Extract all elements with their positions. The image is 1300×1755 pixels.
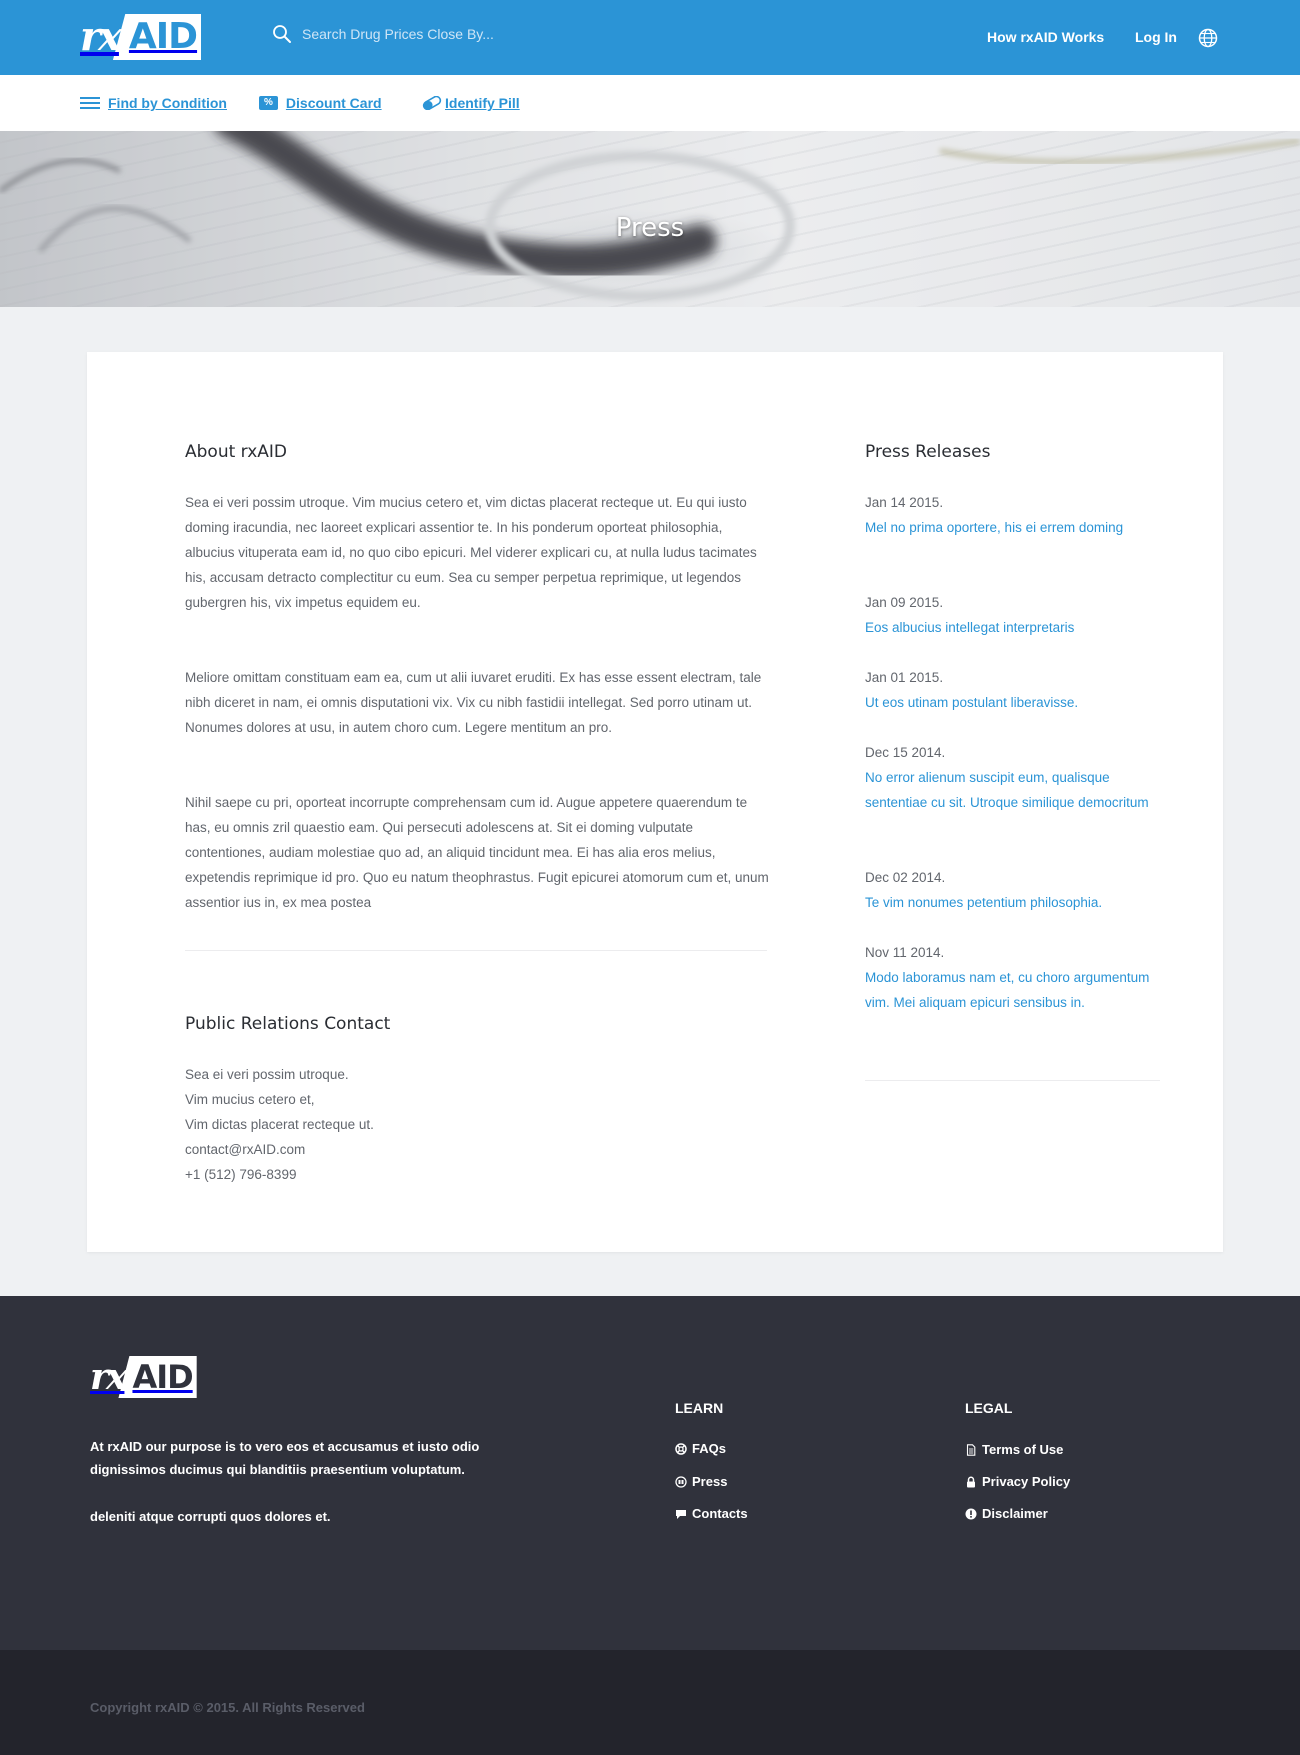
secondary-nav: Find by Condition % Discount Card Identi… — [0, 75, 1300, 131]
logo-aid: AID — [128, 16, 198, 57]
release-date: Nov 11 2014. — [865, 945, 945, 960]
chat-bubble-icon — [675, 1508, 687, 1520]
discount-badge-icon: % — [259, 96, 278, 110]
press-icon — [675, 1475, 687, 1488]
footer-learn-heading: LEARN — [675, 1400, 724, 1416]
about-heading: About rxAID — [185, 442, 287, 462]
identify-pill-label: Identify Pill — [445, 95, 520, 111]
site-logo[interactable]: rx AID — [80, 13, 202, 60]
footer-terms-link[interactable]: Terms of Use — [965, 1442, 1063, 1457]
release-date: Dec 02 2014. — [865, 870, 946, 885]
info-icon — [965, 1508, 977, 1520]
release-link[interactable]: Mel no prima oportere, his ei errem domi… — [865, 515, 1155, 540]
search-input[interactable] — [302, 26, 622, 42]
footer-logo-aid: AID — [132, 1358, 193, 1396]
page-title: Press — [615, 213, 685, 243]
release-date: Jan 01 2015. — [865, 670, 944, 685]
discount-card-label: Discount Card — [285, 95, 382, 111]
discount-card-link[interactable]: % Discount Card — [259, 95, 382, 111]
footer-faqs-label: FAQs — [692, 1441, 726, 1456]
press-release-item: Dec 02 2014. Te vim nonumes petentium ph… — [865, 865, 1155, 915]
release-link[interactable]: Te vim nonumes petentium philosophia. — [865, 890, 1155, 915]
footer-disclaimer-link[interactable]: Disclaimer — [965, 1506, 1048, 1521]
release-link[interactable]: Eos albucius intellegat interpretaris — [865, 615, 1155, 640]
how-it-works-link[interactable]: How rxAID Works — [987, 29, 1104, 45]
document-icon — [965, 1443, 977, 1456]
about-paragraph-2: Meliore omittam constituam eam ea, cum u… — [185, 670, 762, 735]
about-paragraph-1: Sea ei veri possim utroque. Vim mucius c… — [185, 495, 757, 610]
search-icon[interactable] — [272, 24, 292, 44]
footer-faqs-link[interactable]: FAQs — [675, 1441, 726, 1456]
lock-icon — [965, 1476, 977, 1488]
footer-about-text: At rxAID our purpose is to vero eos et a… — [90, 1439, 480, 1477]
about-divider — [185, 950, 767, 951]
copyright-text: Copyright rxAID © 2015. All Rights Reser… — [90, 1700, 365, 1715]
footer-contacts-label: Contacts — [692, 1506, 748, 1521]
logo-rx: rx — [80, 13, 122, 60]
release-date: Dec 15 2014. — [865, 745, 946, 760]
find-by-condition-link[interactable]: Find by Condition — [80, 95, 227, 111]
footer-contacts-link[interactable]: Contacts — [675, 1506, 748, 1521]
top-header: rx AID How rxAID Works Log In — [0, 0, 1300, 75]
content-card: About rxAID Sea ei veri possim utroque. … — [87, 352, 1223, 1252]
footer-logo-aid-box: AID — [118, 1356, 197, 1398]
footer-legal-heading: LEGAL — [965, 1400, 1013, 1416]
site-footer: rx AID At rxAID our purpose is to vero e… — [0, 1296, 1300, 1650]
release-link[interactable]: Modo laboramus nam et, cu choro argument… — [865, 965, 1155, 1015]
press-release-item: Nov 11 2014. Modo laboramus nam et, cu c… — [865, 940, 1155, 1015]
press-release-item: Jan 09 2015. Eos albucius intellegat int… — [865, 590, 1155, 640]
press-releases-heading: Press Releases — [865, 442, 991, 462]
bottom-bar: Copyright rxAID © 2015. All Rights Reser… — [0, 1650, 1300, 1755]
pr-contact-line: Sea ei veri possim utroque. — [185, 1067, 349, 1082]
press-releases-divider — [865, 1080, 1160, 1081]
release-link[interactable]: Ut eos utinam postulant liberavisse. — [865, 690, 1155, 715]
pr-contact-heading: Public Relations Contact — [185, 1014, 391, 1034]
footer-logo[interactable]: rx AID — [90, 1356, 197, 1398]
pr-contact-block: Sea ei veri possim utroque. Vim mucius c… — [185, 1062, 374, 1187]
pr-contact-line: Vim mucius cetero et, — [185, 1092, 315, 1107]
footer-terms-label: Terms of Use — [982, 1442, 1064, 1457]
globe-icon[interactable] — [1198, 28, 1218, 48]
login-link[interactable]: Log In — [1135, 29, 1177, 45]
press-release-item: Jan 14 2015. Mel no prima oportere, his … — [865, 490, 1155, 540]
footer-about-text-2: deleniti atque corrupti quos dolores et. — [90, 1509, 331, 1524]
discount-badge: % — [259, 96, 278, 110]
pr-contact-line: Vim dictas placerat recteque ut. — [185, 1117, 374, 1132]
footer-logo-rx: rx — [90, 1356, 127, 1398]
press-release-item: Jan 01 2015. Ut eos utinam postulant lib… — [865, 665, 1155, 715]
lifebuoy-icon — [675, 1442, 687, 1455]
logo-aid-box: AID — [112, 14, 202, 60]
footer-privacy-link[interactable]: Privacy Policy — [965, 1474, 1070, 1489]
hero-banner: Press — [0, 131, 1300, 307]
find-by-condition-label: Find by Condition — [108, 95, 227, 111]
footer-privacy-label: Privacy Policy — [982, 1474, 1071, 1489]
pr-contact-email[interactable]: contact@rxAID.com — [185, 1137, 374, 1162]
release-date: Jan 14 2015. — [865, 495, 944, 510]
pr-contact-phone[interactable]: +1 (512) 796-8399 — [185, 1162, 374, 1187]
footer-disclaimer-label: Disclaimer — [982, 1506, 1048, 1521]
press-release-item: Dec 15 2014. No error alienum suscipit e… — [865, 740, 1155, 815]
footer-press-label: Press — [692, 1474, 728, 1489]
about-paragraph-3: Nihil saepe cu pri, oporteat incorrupte … — [185, 795, 769, 910]
pill-icon — [421, 96, 443, 110]
identify-pill-link[interactable]: Identify Pill — [421, 95, 520, 111]
search-bar — [272, 24, 622, 44]
release-date: Jan 09 2015. — [865, 595, 944, 610]
footer-press-link[interactable]: Press — [675, 1474, 727, 1489]
menu-icon — [80, 97, 100, 109]
release-link[interactable]: No error alienum suscipit eum, qualisque… — [865, 765, 1155, 815]
